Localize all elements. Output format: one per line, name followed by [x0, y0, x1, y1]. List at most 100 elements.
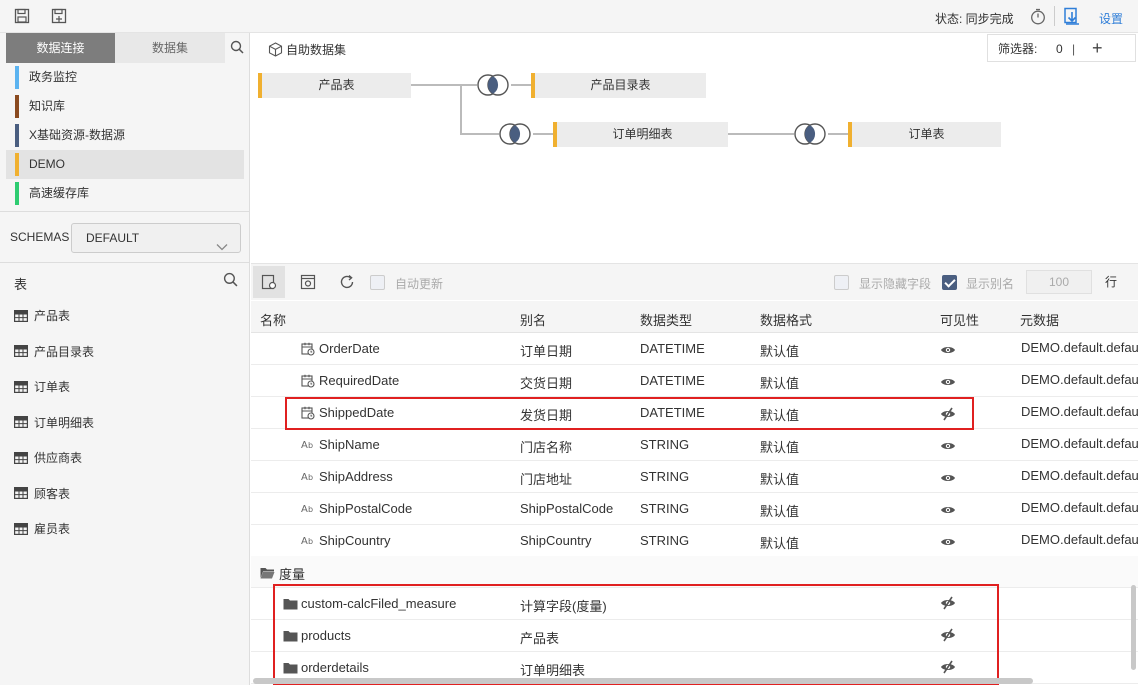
table-node[interactable]: 订单明细表: [553, 122, 728, 147]
column-header-name[interactable]: 名称: [260, 310, 286, 329]
table-row[interactable]: OrderDate 订单日期 DATETIME 默认值 DEMO.default.def…: [251, 333, 1138, 365]
connection-item[interactable]: 高速缓存库: [6, 179, 244, 208]
table-row[interactable]: Ab ShipPostalCode ShipPostalCode STRING 默认值 D…: [251, 493, 1138, 525]
table-node[interactable]: 订单表: [848, 122, 1001, 147]
field-format[interactable]: 默认值: [760, 437, 799, 456]
field-alias[interactable]: 发货日期: [520, 405, 572, 424]
eye-hidden-icon[interactable]: [940, 596, 956, 613]
settings-link[interactable]: 设置: [1099, 10, 1123, 27]
field-type[interactable]: DATETIME: [640, 341, 705, 356]
table-row[interactable]: Ab ShipAddress 门店地址 STRING 默认值 DEMO.default.d…: [251, 461, 1138, 493]
timer-icon[interactable]: [1030, 8, 1046, 28]
left-panel: 数据连接 数据集 政务监控 知识库 X基础资源-数据源 DEMO 高速缓存库 S…: [0, 33, 250, 685]
measure-alias[interactable]: 计算字段(度量): [520, 596, 607, 615]
show-hidden-checkbox[interactable]: [834, 275, 849, 290]
eye-icon[interactable]: [940, 471, 956, 486]
eye-icon[interactable]: [940, 439, 956, 454]
connection-item[interactable]: 政务监控: [6, 63, 244, 92]
column-header-type[interactable]: 数据类型: [640, 310, 692, 329]
field-format[interactable]: 默认值: [760, 501, 799, 520]
table-item[interactable]: 产品表: [14, 298, 94, 334]
table-row[interactable]: RequiredDate 交货日期 DATETIME 默认值 DEMO.default.…: [251, 365, 1138, 397]
field-alias[interactable]: ShipCountry: [520, 533, 592, 548]
table-row[interactable]: Ab ShipName 门店名称 STRING 默认值 DEMO.default.defa…: [251, 429, 1138, 461]
measure-group[interactable]: 度量: [251, 556, 1138, 588]
measure-alias[interactable]: 产品表: [520, 628, 559, 647]
measure-row[interactable]: products 产品表: [251, 620, 1138, 652]
field-name: ShipPostalCode: [319, 501, 413, 516]
field-settings-icon[interactable]: [253, 266, 285, 298]
eye-icon[interactable]: [940, 343, 956, 358]
eye-hidden-icon[interactable]: [940, 628, 956, 645]
vertical-scrollbar[interactable]: [1131, 585, 1136, 670]
field-alias[interactable]: ShipPostalCode: [520, 501, 613, 516]
field-alias[interactable]: 门店名称: [520, 437, 572, 456]
table-item[interactable]: 雇员表: [14, 511, 94, 547]
column-header-alias[interactable]: 别名: [520, 310, 546, 329]
table-item[interactable]: 订单表: [14, 369, 94, 405]
table-item[interactable]: 产品目录表: [14, 334, 94, 370]
search-icon[interactable]: [230, 40, 244, 57]
horizontal-scrollbar[interactable]: [253, 678, 1033, 684]
measure-alias[interactable]: 订单明细表: [520, 660, 585, 679]
grid-toolbar: 自动更新 显示隐藏字段 显示别名 100 行: [251, 263, 1138, 300]
table-item[interactable]: 供应商表: [14, 440, 94, 476]
table-item[interactable]: 顾客表: [14, 476, 94, 512]
field-format[interactable]: 默认值: [760, 533, 799, 552]
column-header-format[interactable]: 数据格式: [760, 310, 812, 329]
eye-icon[interactable]: [940, 535, 956, 550]
svg-text:b: b: [308, 537, 313, 546]
rows-input[interactable]: 100: [1026, 270, 1092, 294]
column-header-visible[interactable]: 可见性: [940, 310, 979, 329]
eye-hidden-icon[interactable]: [940, 407, 956, 424]
table-row[interactable]: ShippedDate 发货日期 DATETIME 默认值 DEMO.default.d…: [251, 397, 1138, 429]
field-format[interactable]: 默认值: [760, 469, 799, 488]
field-type[interactable]: STRING: [640, 469, 689, 484]
save-as-icon[interactable]: [51, 8, 67, 24]
field-alias[interactable]: 门店地址: [520, 469, 572, 488]
show-alias-checkbox[interactable]: [942, 275, 957, 290]
svg-text:A: A: [301, 440, 308, 450]
folder-icon: [283, 598, 298, 613]
field-type[interactable]: STRING: [640, 501, 689, 516]
eye-hidden-icon[interactable]: [940, 660, 956, 677]
connection-item[interactable]: 知识库: [6, 92, 244, 121]
field-type[interactable]: STRING: [640, 533, 689, 548]
table-item[interactable]: 订单明细表: [14, 405, 94, 441]
measure-row[interactable]: custom-calcFiled_measure 计算字段(度量): [251, 588, 1138, 620]
svg-text:b: b: [308, 505, 313, 514]
field-format[interactable]: 默认值: [760, 373, 799, 392]
auto-update-checkbox[interactable]: [370, 275, 385, 290]
tab-data-connection[interactable]: 数据连接: [6, 33, 115, 63]
connection-item[interactable]: X基础资源-数据源: [6, 121, 244, 150]
table-search-icon[interactable]: [223, 272, 238, 290]
inner-join-icon[interactable]: [793, 122, 829, 146]
eye-icon[interactable]: [940, 503, 956, 518]
download-icon[interactable]: [1063, 7, 1081, 28]
field-meta: DEMO.default.default: [1021, 436, 1138, 451]
field-alias[interactable]: 交货日期: [520, 373, 572, 392]
table-node[interactable]: 产品表: [258, 73, 411, 98]
schema-select[interactable]: DEFAULT: [71, 223, 241, 253]
field-type[interactable]: DATETIME: [640, 373, 705, 388]
inner-join-icon[interactable]: [476, 73, 512, 97]
table-node[interactable]: 产品目录表: [531, 73, 706, 98]
save-icon[interactable]: [14, 8, 30, 24]
field-type[interactable]: STRING: [640, 437, 689, 452]
field-type[interactable]: DATETIME: [640, 405, 705, 420]
tab-dataset[interactable]: 数据集: [115, 33, 225, 63]
field-format[interactable]: 默认值: [760, 341, 799, 360]
preview-icon[interactable]: [292, 266, 324, 298]
connection-label: X基础资源-数据源: [29, 128, 126, 142]
field-name: RequiredDate: [319, 373, 400, 388]
folder-open-icon: [260, 568, 275, 579]
eye-icon[interactable]: [940, 375, 956, 390]
column-header-meta[interactable]: 元数据: [1020, 310, 1059, 329]
table-row[interactable]: Ab ShipCountry ShipCountry STRING 默认值 DEMO.de…: [251, 525, 1138, 557]
text-field-icon: Ab: [301, 470, 317, 485]
field-alias[interactable]: 订单日期: [520, 341, 572, 360]
connection-item-selected[interactable]: DEMO: [6, 150, 244, 179]
inner-join-icon[interactable]: [498, 122, 534, 146]
field-format[interactable]: 默认值: [760, 405, 799, 424]
refresh-icon[interactable]: [331, 266, 363, 298]
